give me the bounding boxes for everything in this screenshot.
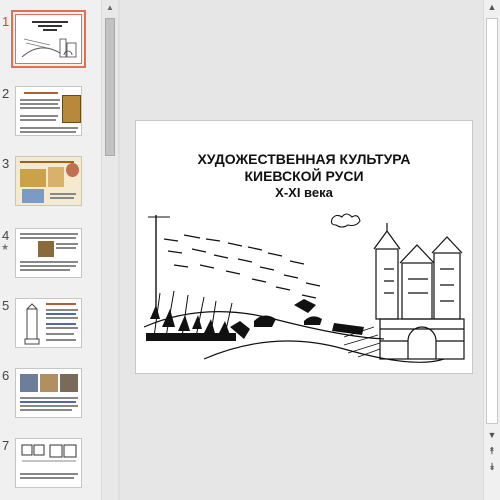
slide-number: 4 xyxy=(2,228,10,243)
slide-number: 3 xyxy=(2,156,10,171)
thumbnail-image[interactable] xyxy=(15,228,82,278)
slide-number: 5 xyxy=(2,298,10,313)
slide-number: 2 xyxy=(2,86,10,101)
main-scroll-thumb[interactable] xyxy=(486,18,498,424)
thumbnail-image[interactable] xyxy=(15,438,82,488)
slide-number: 6 xyxy=(2,368,10,383)
next-slide-icon[interactable]: ⯯ xyxy=(485,462,499,473)
previous-slide-icon[interactable]: ⯭ xyxy=(485,446,499,457)
slide-title-line-2[interactable]: КИЕВСКОЙ РУСИ xyxy=(136,168,472,184)
main-scrollbar[interactable]: ▲ ▼ ⯭ ⯯ xyxy=(483,0,500,500)
thumbnail-scrollbar[interactable]: ▲ xyxy=(101,0,118,500)
scroll-up-icon[interactable]: ▲ xyxy=(102,0,118,16)
animation-star-icon: ★ xyxy=(1,242,10,252)
thumbnail-image[interactable] xyxy=(15,156,82,206)
slide-number: 1 xyxy=(2,14,10,29)
thumbnail-scroll-thumb[interactable] xyxy=(105,18,115,156)
slide-title-line-1[interactable]: ХУДОЖЕСТВЕННАЯ КУЛЬТУРА xyxy=(136,151,472,167)
thumbnail-image[interactable] xyxy=(15,298,82,348)
scroll-down-icon[interactable]: ▼ xyxy=(485,430,499,440)
battle-illustration xyxy=(144,213,465,363)
thumbnail-image[interactable] xyxy=(15,86,82,136)
scroll-up-icon[interactable]: ▲ xyxy=(485,2,499,12)
slide-editor: ХУДОЖЕСТВЕННАЯ КУЛЬТУРА КИЕВСКОЙ РУСИ X-… xyxy=(120,0,483,500)
slide-number: 7 xyxy=(2,438,10,453)
slide-title-line-3[interactable]: X-XI века xyxy=(136,185,472,200)
current-slide[interactable]: ХУДОЖЕСТВЕННАЯ КУЛЬТУРА КИЕВСКОЙ РУСИ X-… xyxy=(135,120,473,374)
thumbnail-image[interactable] xyxy=(11,10,86,68)
thumbnail-image[interactable] xyxy=(15,368,82,418)
